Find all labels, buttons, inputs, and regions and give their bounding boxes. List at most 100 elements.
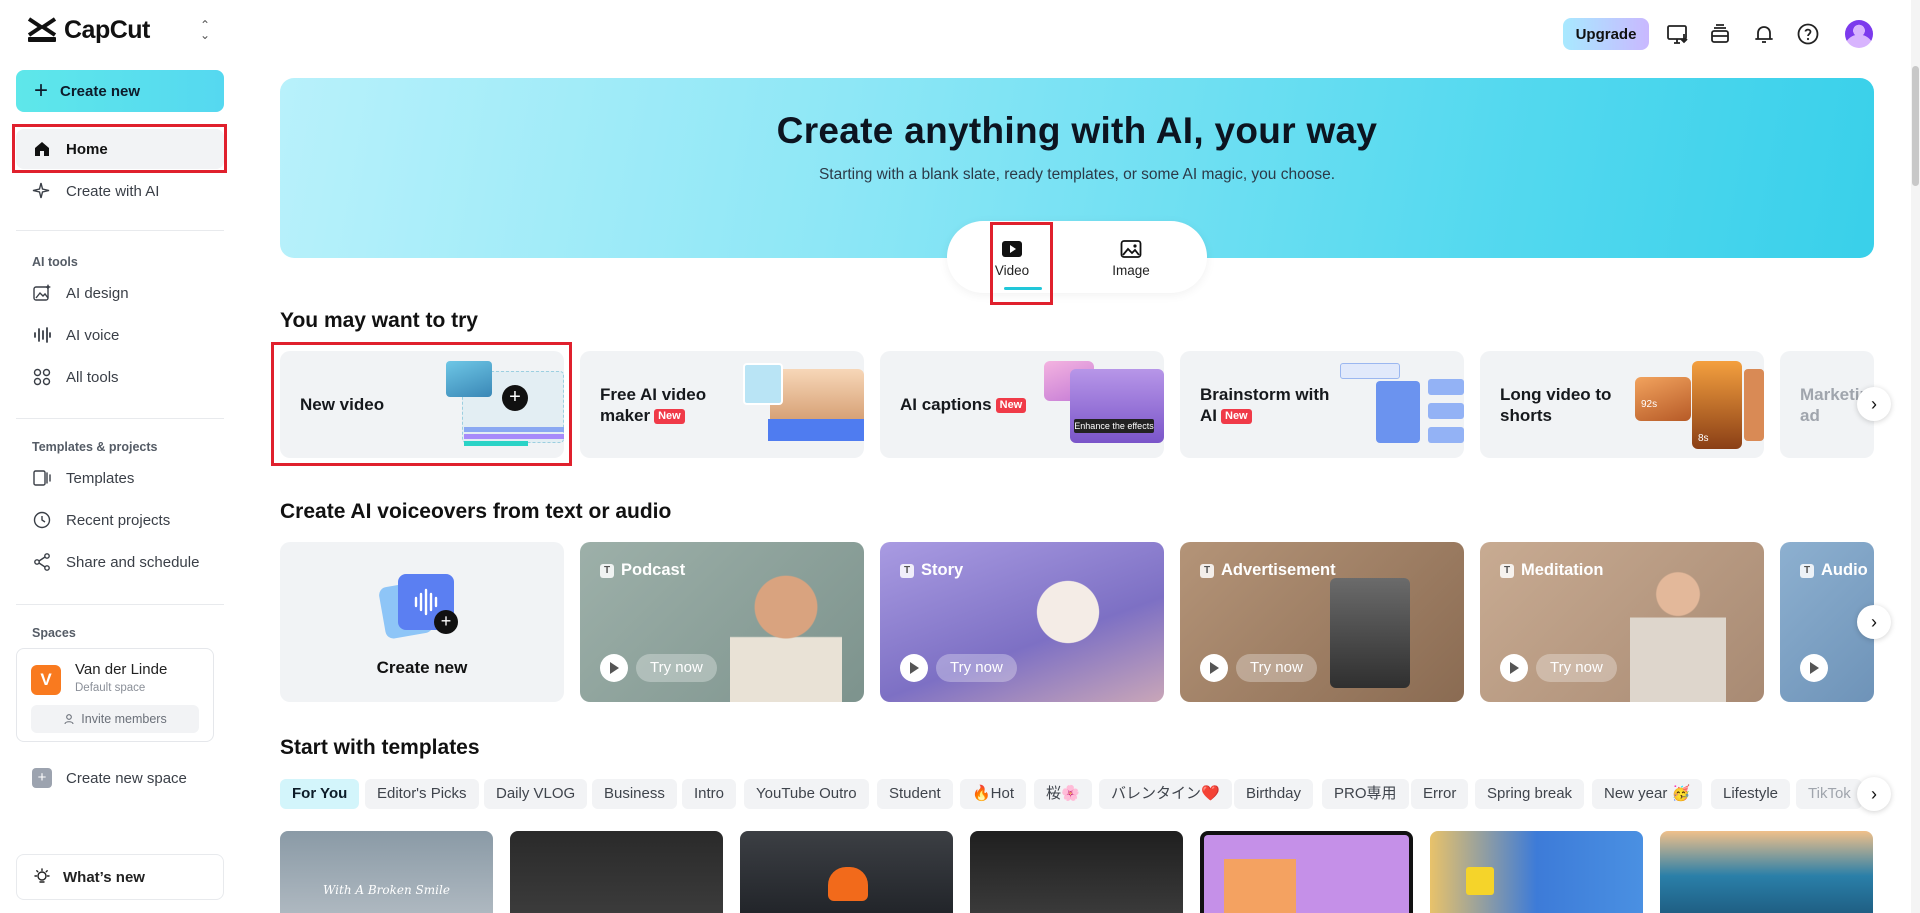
new-badge: New xyxy=(654,408,685,424)
invite-members-button[interactable]: Invite members xyxy=(31,705,199,733)
voice-title-text: Audio xyxy=(1821,561,1868,579)
long-clip-thumbnail: 92s xyxy=(1635,377,1691,421)
chip-valentine[interactable]: バレンタイン❤️ xyxy=(1099,779,1232,809)
space-avatar: V xyxy=(31,665,61,695)
chip-new-year[interactable]: New year 🥳 xyxy=(1592,779,1703,809)
space-subtitle: Default space xyxy=(75,682,146,694)
try-now-button[interactable]: Try now xyxy=(900,654,1017,682)
create-new-button[interactable]: + Create new xyxy=(16,70,224,112)
voice-card-advertisement[interactable]: T Advertisement Try now xyxy=(1180,542,1464,702)
try-next-arrow-icon[interactable]: › xyxy=(1857,387,1891,421)
chip-birthday[interactable]: Birthday xyxy=(1234,779,1314,809)
chip-business[interactable]: Business xyxy=(592,779,677,809)
page-scrollbar[interactable] xyxy=(1911,0,1920,913)
space-name: Van der Linde xyxy=(75,661,168,678)
try-card-brainstorm-ai[interactable]: Brainstorm with AI New xyxy=(1180,351,1464,458)
template-thumbnail[interactable] xyxy=(510,831,723,913)
card-title: Brainstorm with AI xyxy=(1200,384,1330,425)
new-badge: New xyxy=(995,398,1027,413)
try-card-long-to-shorts[interactable]: Long video to shorts 92s 8s xyxy=(1480,351,1764,458)
chip-error[interactable]: Error xyxy=(1411,779,1469,809)
user-avatar[interactable] xyxy=(1845,20,1873,48)
try-now-button[interactable] xyxy=(1800,654,1828,682)
voice-create-new-card[interactable]: + Create new xyxy=(280,542,564,702)
smiley-sticker-icon xyxy=(1466,867,1494,895)
capcut-app: CapCut ⌃ ⌄ + Create new Home Create with … xyxy=(0,0,1920,913)
hero-title: Create anything with AI, your way xyxy=(776,110,1378,151)
try-card-ai-captions[interactable]: AI captions New Enhance the effects xyxy=(880,351,1164,458)
bell-icon[interactable] xyxy=(1752,22,1776,46)
sidebar-item-ai-design[interactable]: AI design xyxy=(16,273,224,313)
try-card-label: Brainstorm with AI New xyxy=(1200,351,1350,458)
try-now-button[interactable]: Try now xyxy=(600,654,717,682)
scrollbar-thumb[interactable] xyxy=(1912,66,1919,186)
clock-icon xyxy=(33,511,51,529)
stack-icon[interactable] xyxy=(1708,22,1732,46)
chip-for-you[interactable]: For You xyxy=(280,779,360,809)
voice-title-text: Podcast xyxy=(621,561,686,579)
divider xyxy=(16,230,224,231)
ai-tools-heading: AI tools xyxy=(32,255,78,269)
chip-editors-picks[interactable]: Editor's Picks xyxy=(365,779,479,809)
space-card[interactable]: V Van der Linde Default space Invite mem… xyxy=(16,648,214,742)
try-now-button[interactable]: Try now xyxy=(1200,654,1317,682)
create-new-space-label: Create new space xyxy=(66,769,187,787)
waveform-icon xyxy=(34,327,51,343)
chip-spring-break[interactable]: Spring break xyxy=(1475,779,1585,809)
voice-section-title: Create AI voiceovers from text or audio xyxy=(280,500,672,523)
caption-overlay: Enhance the effects xyxy=(1074,419,1154,433)
brand[interactable]: CapCut xyxy=(26,14,150,46)
voice-card-story[interactable]: T Story Try now xyxy=(880,542,1164,702)
sidebar-item-label: AI voice xyxy=(66,326,120,344)
upgrade-button[interactable]: Upgrade xyxy=(1563,18,1649,50)
voice-card-podcast[interactable]: T Podcast Try now xyxy=(580,542,864,702)
template-thumbnail[interactable] xyxy=(1660,831,1873,913)
chip-intro[interactable]: Intro xyxy=(682,779,737,809)
text-icon: T xyxy=(600,563,614,578)
try-now-button[interactable]: Try now xyxy=(1500,654,1617,682)
whats-new-button[interactable]: What’s new xyxy=(16,854,224,900)
template-thumbnail[interactable] xyxy=(740,831,953,913)
sidebar-item-ai-voice[interactable]: AI voice xyxy=(16,315,224,355)
meditation-person-image xyxy=(1630,560,1726,702)
chip-youtube-outro[interactable]: YouTube Outro xyxy=(744,779,869,809)
desktop-download-icon[interactable] xyxy=(1666,22,1690,46)
sidebar-item-label: Create with AI xyxy=(66,182,160,200)
templates-icon xyxy=(33,470,51,486)
template-thumbnail[interactable] xyxy=(1430,831,1643,913)
chip-lifestyle[interactable]: Lifestyle xyxy=(1711,779,1791,809)
text-icon: T xyxy=(1200,563,1214,578)
text-icon: T xyxy=(900,563,914,578)
workspace-switch-icon[interactable]: ⌃ ⌄ xyxy=(198,19,212,41)
chips-next-arrow-icon[interactable]: › xyxy=(1857,777,1891,811)
template-thumbnail[interactable] xyxy=(1200,831,1413,913)
share-icon xyxy=(34,553,50,571)
chip-student[interactable]: Student xyxy=(877,779,953,809)
plus-icon: + xyxy=(34,77,49,104)
try-card-free-ai-video-maker[interactable]: Free AI video maker New xyxy=(580,351,864,458)
sidebar-item-templates[interactable]: Templates xyxy=(16,458,224,498)
voice-card-meditation[interactable]: T Meditation Try now xyxy=(1480,542,1764,702)
chip-hot[interactable]: 🔥Hot xyxy=(960,779,1027,809)
coffee-machine-image xyxy=(1330,578,1410,688)
hero-subtitle: Starting with a blank slate, ready templ… xyxy=(818,166,1336,183)
sidebar-item-create-with-ai[interactable]: Create with AI xyxy=(16,171,224,211)
help-icon[interactable] xyxy=(1796,22,1820,46)
sidebar-item-all-tools[interactable]: All tools xyxy=(16,357,224,397)
try-card-label: Long video to shorts xyxy=(1500,351,1650,458)
chip-pro-only[interactable]: PRO専用 xyxy=(1322,779,1409,809)
voice-next-arrow-icon[interactable]: › xyxy=(1857,605,1891,639)
template-thumbnail[interactable] xyxy=(970,831,1183,913)
sidebar-item-share-schedule[interactable]: Share and schedule xyxy=(16,542,224,582)
try-card-label: AI captions New xyxy=(900,351,1050,458)
orange-block xyxy=(1224,859,1296,913)
chip-sakura[interactable]: 桜🌸 xyxy=(1034,779,1092,809)
create-new-space-button[interactable]: + Create new space xyxy=(32,768,187,788)
voice-card-title: T Advertisement xyxy=(1200,561,1336,580)
sidebar-item-recent-projects[interactable]: Recent projects xyxy=(16,500,224,540)
template-thumbnail[interactable]: With A Broken Smile xyxy=(280,831,493,913)
tab-image[interactable]: Image xyxy=(1086,221,1176,293)
chip-tiktok[interactable]: TikTok xyxy=(1796,779,1862,809)
chip-daily-vlog[interactable]: Daily VLOG xyxy=(484,779,588,809)
play-icon xyxy=(900,654,928,682)
